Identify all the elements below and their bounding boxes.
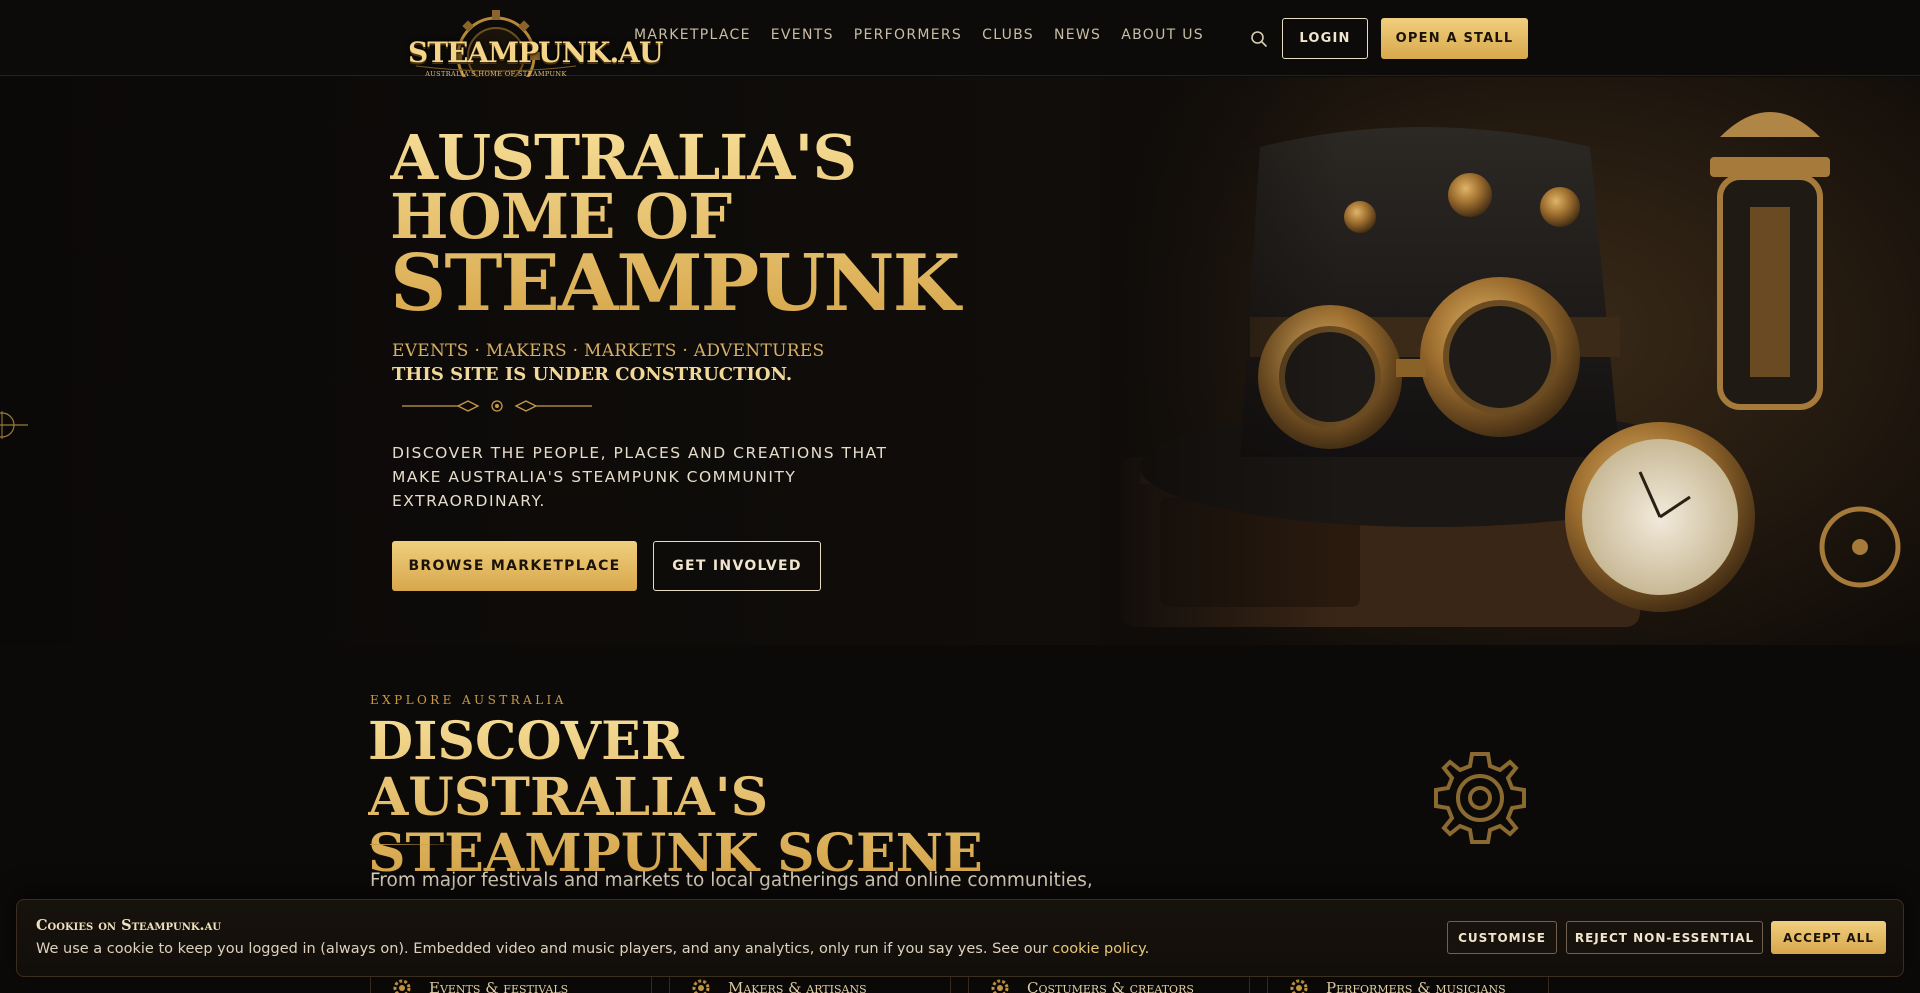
hero-title-line-3: STEAMPUNK	[390, 237, 959, 329]
cookie-banner: Cookies on Steampunk.au We use a cookie …	[16, 899, 1904, 977]
explore-description: From major festivals and markets to loca…	[370, 870, 1093, 891]
nav-clubs[interactable]: CLUBS	[982, 27, 1034, 43]
under-construction-notice: THIS SITE IS UNDER CONSTRUCTION.	[392, 364, 793, 385]
nav-about-us[interactable]: ABOUT US	[1121, 27, 1204, 43]
nav-news[interactable]: NEWS	[1054, 27, 1101, 43]
explore-title: DISCOVER AUSTRALIA'S STEAMPUNK SCENE	[368, 714, 1088, 882]
logo-wordmark: STEAMPUNK.AU	[408, 36, 663, 69]
cookie-body: We use a cookie to keep you logged in (a…	[36, 941, 1048, 957]
cookie-text: We use a cookie to keep you logged in (a…	[36, 941, 1149, 957]
gear-icon	[692, 979, 710, 993]
hero-section: AUSTRALIA'S HOME OF STEAMPUNK EVENTS · M…	[0, 77, 1920, 645]
explore-title-line-1: DISCOVER AUSTRALIA'S	[368, 711, 769, 828]
open-a-stall-button[interactable]: OPEN A STALL	[1381, 18, 1528, 59]
nav-performers[interactable]: PERFORMERS	[854, 27, 962, 43]
reject-non-essential-button[interactable]: REJECT NON-ESSENTIAL	[1566, 921, 1763, 954]
nav-events[interactable]: EVENTS	[771, 27, 834, 43]
accept-all-button[interactable]: ACCEPT ALL	[1771, 921, 1886, 954]
customise-button[interactable]: CUSTOMISE	[1447, 921, 1557, 954]
hero-title: AUSTRALIA'S HOME OF STEAMPUNK	[390, 129, 1010, 321]
gear-icon	[1290, 979, 1308, 993]
get-involved-button[interactable]: GET INVOLVED	[653, 541, 821, 591]
title-underline	[370, 844, 462, 845]
nav-marketplace[interactable]: MARKETPLACE	[634, 27, 751, 43]
cookie-period: .	[1144, 941, 1150, 957]
cookie-title: Cookies on Steampunk.au	[36, 917, 222, 934]
card-label: Costumers & creators	[1027, 979, 1194, 993]
explore-eyebrow: EXPLORE AUSTRALIA	[370, 693, 567, 707]
compass-icon	[0, 411, 28, 439]
login-button[interactable]: LOGIN	[1282, 18, 1368, 59]
card-label: Events & festivals	[429, 979, 569, 993]
card-label: Performers & musicians	[1326, 979, 1506, 993]
gear-icon	[991, 979, 1009, 993]
main-nav: MARKETPLACE EVENTS PERFORMERS CLUBS NEWS…	[634, 27, 1224, 43]
ornamental-divider	[402, 400, 592, 412]
browse-marketplace-button[interactable]: BROWSE MARKETPLACE	[392, 541, 637, 591]
gear-icon	[393, 979, 411, 993]
card-label: Makers & artisans	[728, 979, 867, 993]
hero-lead-text: DISCOVER THE PEOPLE, PLACES AND CREATION…	[392, 444, 888, 510]
search-icon[interactable]	[1250, 30, 1268, 48]
gear-icon	[1434, 752, 1526, 844]
site-header: STEAMPUNK.AU AUSTRALIA'S HOME OF STEAMPU…	[0, 0, 1920, 102]
hero-image-fade	[1100, 77, 1340, 645]
cookie-policy-link[interactable]: cookie policy	[1052, 941, 1144, 957]
hero-kicker: EVENTS · MAKERS · MARKETS · ADVENTURES	[392, 341, 825, 361]
